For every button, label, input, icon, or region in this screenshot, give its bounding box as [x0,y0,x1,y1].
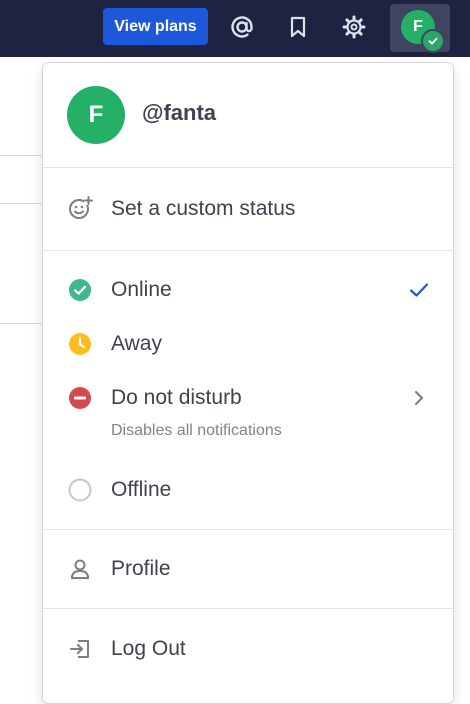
avatar: F [67,86,125,144]
status-offline-item[interactable]: Offline [43,470,453,510]
status-label: Away [111,332,162,355]
set-custom-status-item[interactable]: Set a custom status [43,168,453,250]
custom-status-label: Set a custom status [111,197,296,220]
status-label: Online [111,278,172,301]
username: @fanta [142,100,217,125]
account-menu-button[interactable]: F [390,4,450,53]
checkmark-icon [407,278,431,302]
online-status-badge [421,29,445,53]
user-header: F @fanta [43,63,453,167]
status-sublabel: Disables all notifications [111,422,282,439]
profile-label: Profile [111,557,171,580]
status-label: Do not disturb [111,386,242,409]
top-bar: View plans F [0,0,470,57]
bookmark-icon[interactable] [281,10,315,44]
user-icon [67,556,93,582]
gear-icon[interactable] [337,10,371,44]
account-dropdown-menu: F @fanta Set a custom status Online Away… [42,62,454,704]
away-clock-icon [67,331,93,357]
status-dnd-item[interactable]: Do not disturb Disables all notification… [43,378,453,450]
status-away-item[interactable]: Away [43,324,453,364]
logout-item[interactable]: Log Out [43,609,453,689]
emoji-add-icon [67,195,93,221]
background-divider [0,155,42,156]
do-not-disturb-icon [67,385,93,411]
profile-item[interactable]: Profile [43,530,453,608]
background-divider [0,323,42,324]
offline-status-icon [67,477,93,503]
online-status-icon [67,277,93,303]
logout-label: Log Out [111,637,186,660]
background-divider [0,203,42,204]
at-mention-icon[interactable] [225,10,259,44]
logout-icon [67,636,93,662]
status-online-item[interactable]: Online [43,270,453,310]
status-label: Offline [111,478,172,501]
chevron-right-icon [407,386,431,410]
view-plans-button[interactable]: View plans [103,8,208,45]
divider [43,250,453,251]
